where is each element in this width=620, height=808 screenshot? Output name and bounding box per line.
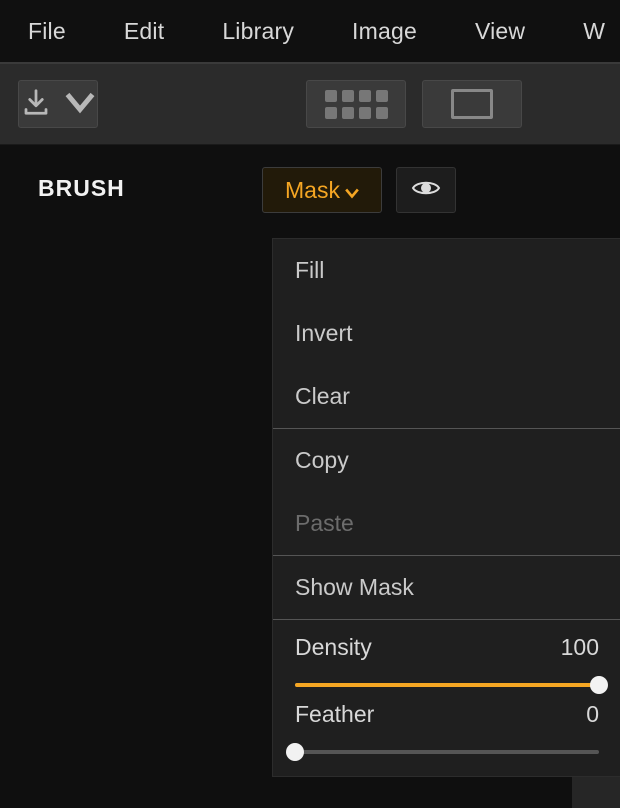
- tool-name-label: BRUSH: [38, 175, 125, 202]
- menu-item-copy[interactable]: Copy: [273, 429, 620, 492]
- density-slider[interactable]: [295, 683, 599, 687]
- density-slider-thumb[interactable]: [590, 676, 608, 694]
- menu-bar: File Edit Library Image View W: [0, 0, 620, 64]
- feather-slider-thumb[interactable]: [286, 743, 304, 761]
- grid-view-button[interactable]: [306, 80, 406, 128]
- tool-header: BRUSH Mask: [0, 161, 620, 231]
- menu-edit[interactable]: Edit: [124, 18, 164, 45]
- menu-truncated[interactable]: W: [583, 18, 605, 45]
- menu-item-invert[interactable]: Invert: [273, 302, 620, 365]
- feather-value: 0: [586, 701, 599, 728]
- mask-dropdown-label: Mask: [285, 177, 340, 204]
- menu-view[interactable]: View: [475, 18, 525, 45]
- mask-dropdown-menu: Fill Invert Clear Copy Paste Show Mask D…: [272, 238, 620, 777]
- menu-item-show-mask[interactable]: Show Mask: [273, 556, 620, 619]
- chevron-down-icon: [345, 178, 359, 205]
- toggle-visibility-button[interactable]: [396, 167, 456, 213]
- chevron-down-icon: [65, 87, 95, 120]
- feather-slider-row: Feather 0: [273, 687, 620, 776]
- single-view-icon: [451, 89, 493, 119]
- menu-image[interactable]: Image: [352, 18, 417, 45]
- menu-item-paste: Paste: [273, 492, 620, 555]
- menu-item-fill[interactable]: Fill: [273, 239, 620, 302]
- download-button[interactable]: [18, 80, 98, 128]
- single-view-button[interactable]: [422, 80, 522, 128]
- grid-icon: [325, 90, 388, 119]
- menu-item-clear[interactable]: Clear: [273, 365, 620, 428]
- menu-library[interactable]: Library: [222, 18, 294, 45]
- density-slider-row: Density 100: [273, 620, 620, 687]
- density-slider-fill: [295, 683, 599, 687]
- toolbar: [0, 64, 620, 145]
- density-value: 100: [561, 634, 599, 661]
- feather-slider[interactable]: [295, 750, 599, 754]
- download-icon: [21, 87, 51, 122]
- density-label: Density: [295, 634, 372, 661]
- menu-file[interactable]: File: [28, 18, 66, 45]
- mask-dropdown-button[interactable]: Mask: [262, 167, 382, 213]
- eye-icon: [411, 178, 441, 203]
- feather-label: Feather: [295, 701, 374, 728]
